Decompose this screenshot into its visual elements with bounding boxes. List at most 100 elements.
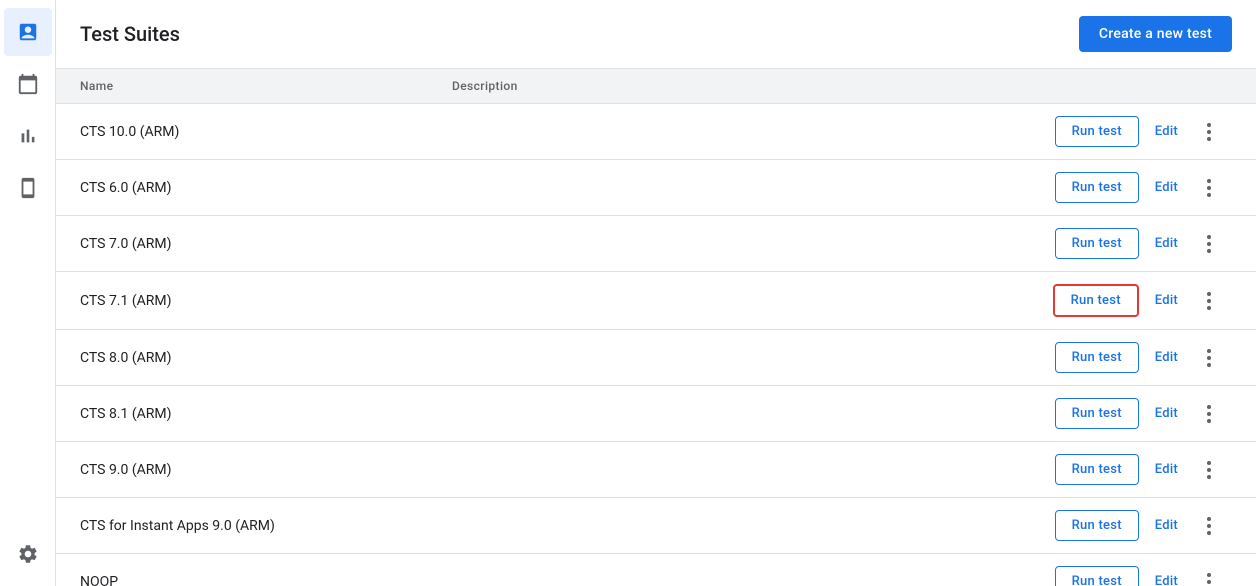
- row-name-cell: CTS 7.0 (ARM): [56, 216, 436, 272]
- more-options-icon: [1207, 461, 1211, 479]
- more-options-icon: [1207, 573, 1211, 586]
- edit-button[interactable]: Edit: [1147, 399, 1186, 428]
- row-actions-cell: Run test Edit: [1036, 104, 1256, 160]
- row-name-cell: CTS 10.0 (ARM): [56, 104, 436, 160]
- run-test-button[interactable]: Run test: [1055, 116, 1139, 147]
- actions-group: Run test Edit: [1052, 398, 1240, 429]
- row-description-cell: [436, 272, 1036, 330]
- table-row: CTS for Instant Apps 9.0 (ARM) Run test Ed…: [56, 498, 1256, 554]
- row-name-cell: NOOP: [56, 554, 436, 586]
- more-options-icon: [1207, 235, 1211, 253]
- row-description-cell: [436, 330, 1036, 386]
- edit-button[interactable]: Edit: [1147, 567, 1186, 586]
- sidebar-item-device[interactable]: [4, 164, 52, 212]
- row-description-cell: [436, 216, 1036, 272]
- more-options-icon: [1207, 179, 1211, 197]
- test-suites-table-container: Name Description CTS 10.0 (ARM) Run test E…: [56, 69, 1256, 586]
- actions-group: Run test Edit: [1052, 566, 1240, 586]
- row-actions-cell: Run test Edit: [1036, 498, 1256, 554]
- row-name-cell: CTS 9.0 (ARM): [56, 442, 436, 498]
- column-header-actions: [1036, 69, 1256, 104]
- main-content: Test Suites Create a new test Name Descr…: [56, 0, 1256, 586]
- actions-group: Run test Edit: [1052, 454, 1240, 485]
- row-description-cell: [436, 498, 1036, 554]
- row-actions-cell: Run test Edit: [1036, 216, 1256, 272]
- more-options-button[interactable]: [1194, 511, 1224, 541]
- create-new-test-button[interactable]: Create a new test: [1079, 16, 1232, 52]
- more-options-button[interactable]: [1194, 343, 1224, 373]
- more-options-icon: [1207, 123, 1211, 141]
- actions-group: Run test Edit: [1052, 228, 1240, 259]
- more-options-button[interactable]: [1194, 286, 1224, 316]
- row-name-cell: CTS 8.0 (ARM): [56, 330, 436, 386]
- run-test-button[interactable]: Run test: [1055, 398, 1139, 429]
- row-description-cell: [436, 160, 1036, 216]
- column-header-name: Name: [56, 69, 436, 104]
- row-actions-cell: Run test Edit: [1036, 442, 1256, 498]
- table-row: CTS 8.1 (ARM)Run testEdit: [56, 386, 1256, 442]
- sidebar-item-tests[interactable]: [4, 8, 52, 56]
- row-description-cell: [436, 442, 1036, 498]
- more-options-button[interactable]: [1194, 567, 1224, 586]
- table-row: CTS 8.0 (ARM) Run test Edit: [56, 330, 1256, 386]
- header: Test Suites Create a new test: [56, 0, 1256, 69]
- table-row: CTS 7.0 (ARM) Run test Edit: [56, 216, 1256, 272]
- run-test-button[interactable]: Run test: [1055, 172, 1139, 203]
- run-test-button[interactable]: Run test: [1055, 566, 1139, 586]
- actions-group: Run test Edit: [1052, 116, 1240, 147]
- row-name-cell: CTS for Instant Apps 9.0 (ARM): [56, 498, 436, 554]
- row-actions-cell: Run test Edit: [1036, 330, 1256, 386]
- run-test-button[interactable]: Run test: [1055, 228, 1139, 259]
- run-test-button[interactable]: Run test: [1053, 284, 1139, 317]
- edit-button[interactable]: Edit: [1147, 117, 1186, 146]
- analytics-icon: [17, 125, 39, 147]
- test-suites-table: Name Description CTS 10.0 (ARM) Run test E…: [56, 69, 1256, 586]
- run-test-button[interactable]: Run test: [1055, 454, 1139, 485]
- row-description-cell: [436, 104, 1036, 160]
- table-row: CTS 6.0 (ARM) Run test Edit: [56, 160, 1256, 216]
- actions-group: Run test Edit: [1052, 172, 1240, 203]
- edit-button[interactable]: Edit: [1147, 343, 1186, 372]
- more-options-icon: [1207, 349, 1211, 367]
- more-options-icon: [1207, 292, 1211, 310]
- device-icon: [17, 177, 39, 199]
- edit-button[interactable]: Edit: [1147, 229, 1186, 258]
- sidebar: [0, 0, 56, 586]
- actions-group: Run test Edit: [1052, 284, 1240, 317]
- edit-button[interactable]: Edit: [1147, 511, 1186, 540]
- actions-group: Run test Edit: [1052, 510, 1240, 541]
- row-actions-cell: Run test Edit: [1036, 386, 1256, 442]
- table-row: CTS 10.0 (ARM) Run test Edit: [56, 104, 1256, 160]
- table-header-row: Name Description: [56, 69, 1256, 104]
- row-actions-cell: Run test Edit: [1036, 554, 1256, 586]
- edit-button[interactable]: Edit: [1147, 455, 1186, 484]
- more-options-icon: [1207, 405, 1211, 423]
- table-row: CTS 9.0 (ARM) Run test Edit: [56, 442, 1256, 498]
- row-actions-cell: Run test Edit: [1036, 272, 1256, 330]
- actions-group: Run test Edit: [1052, 342, 1240, 373]
- more-options-button[interactable]: [1194, 455, 1224, 485]
- tests-icon: [17, 21, 39, 43]
- sidebar-item-analytics[interactable]: [4, 112, 52, 160]
- column-header-description: Description: [436, 69, 1036, 104]
- sidebar-item-calendar[interactable]: [4, 60, 52, 108]
- more-options-button[interactable]: [1194, 173, 1224, 203]
- row-description-cell: [436, 386, 1036, 442]
- row-name-cell: CTS 7.1 (ARM): [56, 272, 436, 330]
- more-options-button[interactable]: [1194, 117, 1224, 147]
- run-test-button[interactable]: Run test: [1055, 510, 1139, 541]
- row-name-cell: CTS 6.0 (ARM): [56, 160, 436, 216]
- more-options-button[interactable]: [1194, 399, 1224, 429]
- row-description-cell: [436, 554, 1036, 586]
- edit-button[interactable]: Edit: [1147, 173, 1186, 202]
- row-actions-cell: Run test Edit: [1036, 160, 1256, 216]
- sidebar-item-settings[interactable]: [4, 530, 52, 578]
- more-options-icon: [1207, 517, 1211, 535]
- page-title: Test Suites: [80, 22, 180, 46]
- edit-button[interactable]: Edit: [1147, 286, 1186, 315]
- more-options-button[interactable]: [1194, 229, 1224, 259]
- calendar-icon: [17, 73, 39, 95]
- settings-icon: [17, 543, 39, 565]
- table-row: NOOP Run test Edit: [56, 554, 1256, 586]
- run-test-button[interactable]: Run test: [1055, 342, 1139, 373]
